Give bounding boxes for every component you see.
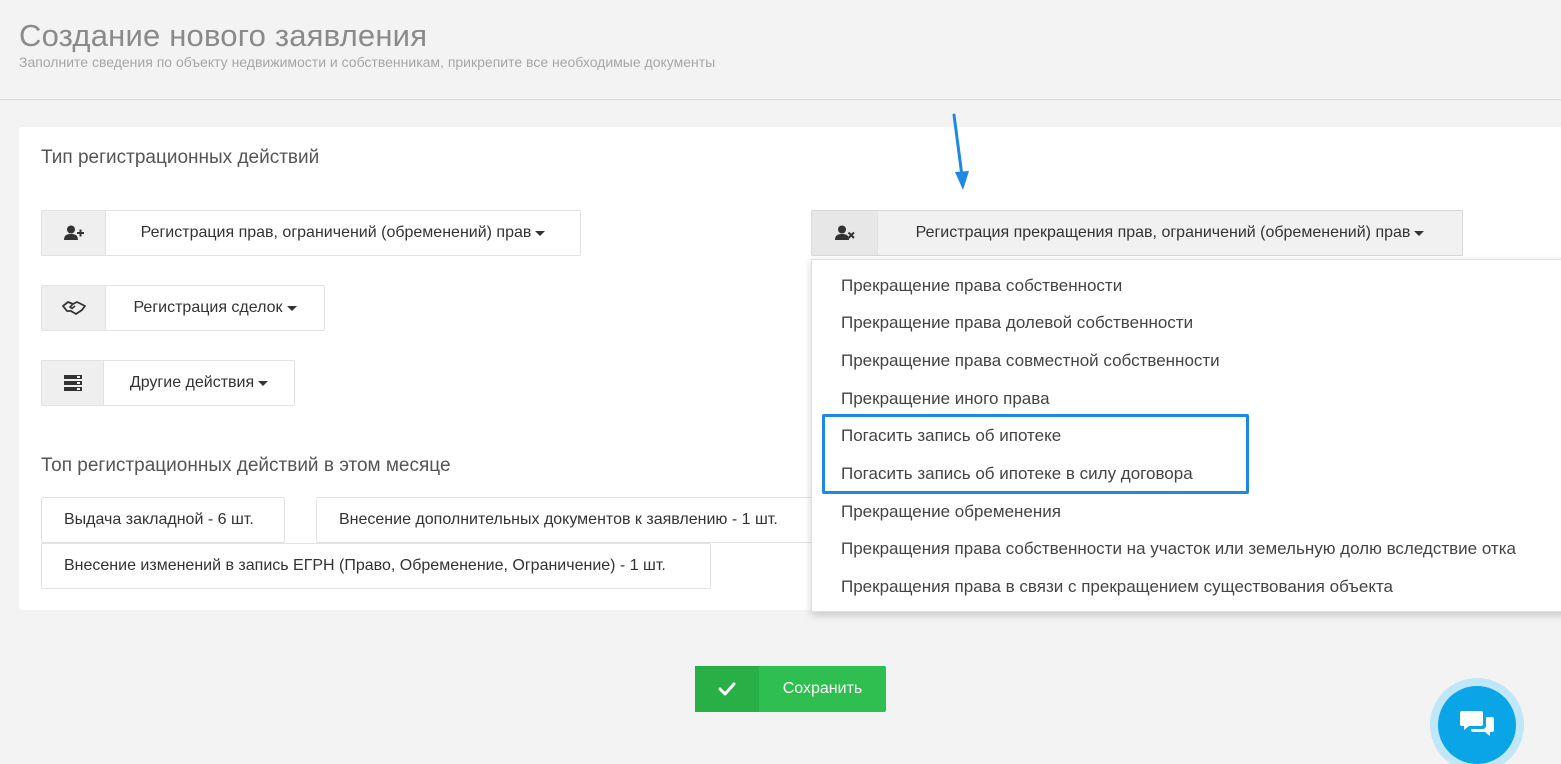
- register-deals-button[interactable]: Регистрация сделок: [41, 285, 325, 331]
- annotation-arrow-icon: [952, 113, 969, 190]
- save-label: Сохранить: [782, 680, 863, 697]
- registration-types-title: Тип регистрационных действий: [41, 147, 320, 168]
- page-subtitle: Заполните сведения по объекту недвижимос…: [19, 54, 716, 70]
- dropdown-item[interactable]: Прекращение права собственности: [841, 276, 1122, 296]
- dropdown-item[interactable]: Прекращение права долевой собственности: [841, 313, 1193, 333]
- user-times-icon: [812, 211, 878, 255]
- termination-dropdown-menu: Прекращение права собственности Прекраще…: [811, 259, 1561, 612]
- page-header: Создание нового заявления Заполните свед…: [0, 0, 1561, 100]
- dropdown-item[interactable]: Прекращение иного права: [841, 389, 1050, 409]
- register-rights-button[interactable]: Регистрация прав, ограничений (обременен…: [41, 210, 581, 256]
- top-actions-title: Топ регистрационных действий в этом меся…: [41, 455, 451, 476]
- chat-button[interactable]: [1438, 686, 1516, 764]
- caret-down-icon: [258, 380, 269, 386]
- dropdown-item[interactable]: Прекращение обременения: [841, 502, 1061, 522]
- top-action-chip[interactable]: Внесение изменений в запись ЕГРН (Право,…: [41, 543, 711, 589]
- dropdown-item[interactable]: Прекращение права совместной собственнос…: [841, 351, 1220, 371]
- other-actions-button[interactable]: Другие действия: [41, 360, 295, 406]
- caret-down-icon: [535, 230, 546, 236]
- caret-down-icon: [286, 305, 297, 311]
- caret-down-icon: [1414, 230, 1425, 236]
- chat-icon: [1460, 711, 1494, 736]
- page-title: Создание нового заявления: [19, 18, 428, 53]
- other-actions-label: Другие действия: [129, 374, 255, 391]
- dropdown-item[interactable]: Погасить запись об ипотеке в силу догово…: [841, 464, 1193, 484]
- register-termination-label: Регистрация прекращения прав, ограничени…: [915, 224, 1411, 241]
- save-button[interactable]: Сохранить: [695, 666, 886, 712]
- dropdown-item[interactable]: Прекращения права собственности на участ…: [841, 539, 1516, 559]
- register-deals-label: Регистрация сделок: [133, 299, 283, 316]
- dropdown-item[interactable]: Погасить запись об ипотеке: [841, 426, 1061, 446]
- top-action-chip[interactable]: Выдача закладной - 6 шт.: [41, 497, 285, 543]
- server-icon: [42, 361, 104, 405]
- dropdown-item[interactable]: Прекращения права в связи с прекращением…: [841, 577, 1393, 597]
- user-plus-icon: [42, 211, 106, 255]
- top-action-chip[interactable]: Внесение дополнительных документов к зая…: [316, 497, 826, 543]
- register-termination-button[interactable]: Регистрация прекращения прав, ограничени…: [811, 210, 1463, 256]
- check-icon: [695, 666, 759, 712]
- handshake-icon: [42, 286, 106, 330]
- register-rights-label: Регистрация прав, ограничений (обременен…: [140, 224, 532, 241]
